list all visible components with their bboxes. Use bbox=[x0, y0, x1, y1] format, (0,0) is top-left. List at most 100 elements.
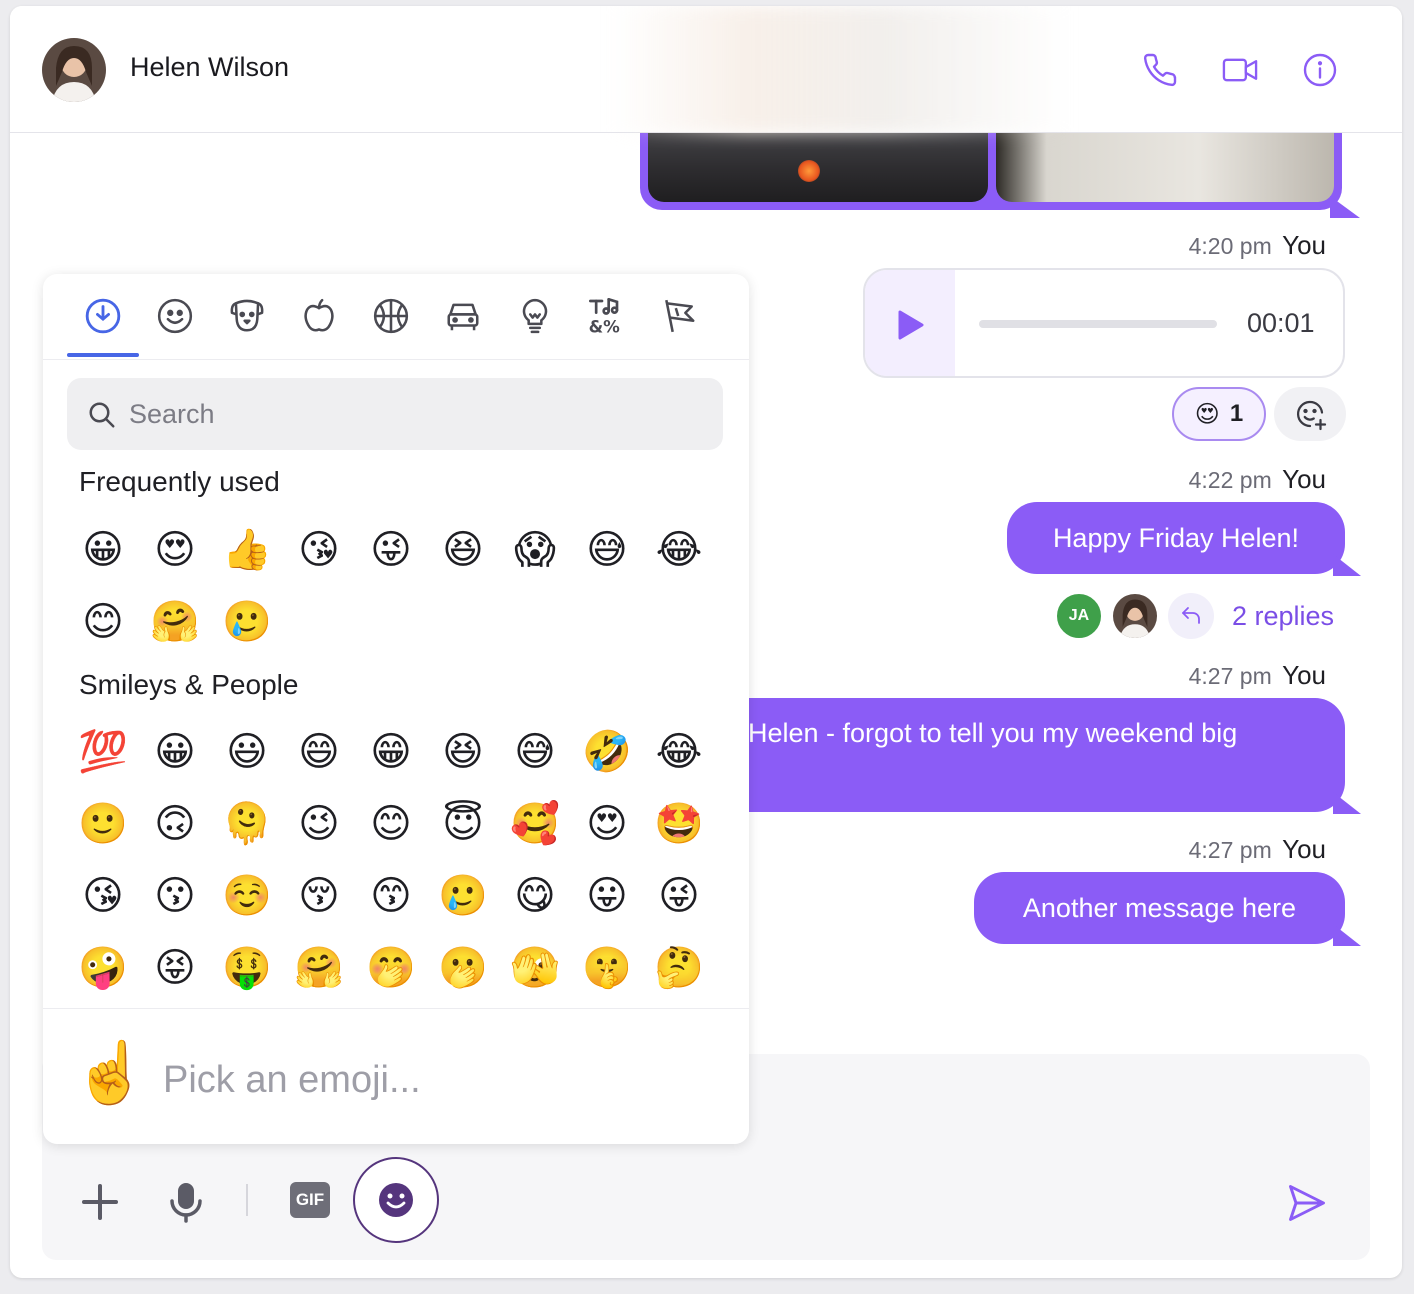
activity-icon[interactable] bbox=[371, 296, 411, 336]
travel-icon[interactable] bbox=[443, 296, 483, 336]
emoji[interactable]: 🫢 bbox=[427, 932, 499, 1004]
animals-icon[interactable] bbox=[227, 296, 267, 336]
emoji[interactable]: 🤔 bbox=[643, 932, 715, 1004]
smileys-icon[interactable] bbox=[155, 296, 195, 336]
emoji[interactable]: 😘 bbox=[283, 514, 355, 586]
recent-icon[interactable] bbox=[83, 296, 123, 336]
flags-icon[interactable] bbox=[659, 296, 699, 336]
emoji[interactable]: 👍 bbox=[211, 514, 283, 586]
emoji[interactable]: 💯 bbox=[67, 716, 139, 788]
emoji-button[interactable] bbox=[353, 1157, 439, 1243]
emoji[interactable]: 🤪 bbox=[67, 932, 139, 1004]
reaction-chip[interactable]: 😍 1 bbox=[1172, 387, 1266, 441]
play-button[interactable] bbox=[865, 270, 955, 376]
emoji[interactable]: 😁 bbox=[355, 716, 427, 788]
emoji[interactable]: 😄 bbox=[283, 716, 355, 788]
emoji[interactable]: 😊 bbox=[67, 586, 139, 658]
reaction-emoji: 😍 bbox=[1194, 400, 1220, 428]
reaction-count: 1 bbox=[1229, 400, 1244, 427]
emoji[interactable]: 🤗 bbox=[139, 586, 211, 658]
emoji-search-input[interactable] bbox=[129, 378, 709, 450]
message-time: 4:20 pm bbox=[1188, 233, 1272, 259]
emoji[interactable]: 🤭 bbox=[355, 932, 427, 1004]
emoji[interactable]: 😃 bbox=[211, 716, 283, 788]
video-icon[interactable] bbox=[1220, 50, 1260, 90]
emoji[interactable]: 😂 bbox=[643, 716, 715, 788]
emoji[interactable]: 😗 bbox=[139, 860, 211, 932]
emoji[interactable]: 🥰 bbox=[499, 788, 571, 860]
emoji[interactable]: 😊 bbox=[355, 788, 427, 860]
emoji[interactable]: 🤫 bbox=[571, 932, 643, 1004]
thread-replies[interactable]: JA 2 replies bbox=[1054, 590, 1334, 642]
emoji[interactable]: 😉 bbox=[283, 788, 355, 860]
add-reaction-button[interactable] bbox=[1274, 387, 1346, 441]
symbols-icon[interactable]: &% bbox=[587, 296, 627, 336]
emoji-search[interactable] bbox=[67, 378, 723, 450]
emoji[interactable]: 😙 bbox=[355, 860, 427, 932]
emoji[interactable]: 😘 bbox=[67, 860, 139, 932]
emoji[interactable]: 🤣 bbox=[571, 716, 643, 788]
emoji[interactable]: 😀 bbox=[67, 514, 139, 586]
emoji[interactable]: 😛 bbox=[571, 860, 643, 932]
emoji[interactable]: 😍 bbox=[571, 788, 643, 860]
emoji[interactable]: 😍 bbox=[139, 514, 211, 586]
emoji[interactable]: 😜 bbox=[643, 860, 715, 932]
emoji[interactable]: 🙃 bbox=[139, 788, 211, 860]
emoji[interactable]: 😅 bbox=[571, 514, 643, 586]
voice-message: 00:01 bbox=[863, 268, 1345, 378]
emoji[interactable]: 😂 bbox=[643, 514, 715, 586]
chat-header: Helen Wilson bbox=[10, 6, 1402, 133]
message-bubble[interactable]: Another message here bbox=[974, 872, 1361, 946]
message-meta: 4:27 pm You bbox=[1189, 834, 1326, 865]
emoji-preview: ☝️ Pick an emoji... bbox=[43, 1008, 749, 1144]
reply-icon[interactable] bbox=[1168, 593, 1214, 639]
audio-progress-track[interactable] bbox=[979, 320, 1217, 328]
emoji[interactable]: 😆 bbox=[427, 514, 499, 586]
emoji[interactable]: 🙂 bbox=[67, 788, 139, 860]
emoji[interactable]: 😝 bbox=[139, 932, 211, 1004]
emoji[interactable]: 😅 bbox=[499, 716, 571, 788]
emoji[interactable]: 😜 bbox=[355, 514, 427, 586]
emoji[interactable]: 😋 bbox=[499, 860, 571, 932]
objects-icon[interactable] bbox=[515, 296, 555, 336]
message-bubble[interactable]: Helen - forgot to tell you my weekend bi… bbox=[710, 698, 1361, 814]
replies-count-link[interactable]: 2 replies bbox=[1232, 601, 1334, 632]
food-icon[interactable] bbox=[299, 296, 339, 336]
emoji[interactable]: 🥲 bbox=[427, 860, 499, 932]
emoji[interactable]: 🫠 bbox=[211, 788, 283, 860]
emoji[interactable]: 😚 bbox=[283, 860, 355, 932]
phone-icon[interactable] bbox=[1140, 50, 1180, 90]
emoji[interactable]: 😱 bbox=[499, 514, 571, 586]
svg-text:&%: &% bbox=[589, 318, 621, 336]
emoji-grid-smileys: 💯 😀 😃 😄 😁 😆 😅 🤣 😂 🙂 🙃 🫠 😉 😊 😇 🥰 😍 🤩 😘 😗 … bbox=[67, 716, 727, 1004]
emoji[interactable]: 🤗 bbox=[283, 932, 355, 1004]
message-time: 4:22 pm bbox=[1188, 467, 1272, 493]
bubble-tail bbox=[1333, 554, 1361, 576]
message-bubble[interactable]: Happy Friday Helen! bbox=[1007, 502, 1361, 576]
reply-avatar-ja: JA bbox=[1054, 591, 1104, 641]
info-icon[interactable] bbox=[1300, 50, 1340, 90]
emoji[interactable]: ☺️ bbox=[211, 860, 283, 932]
emoji[interactable]: 🥲 bbox=[211, 586, 283, 658]
add-reaction-icon bbox=[1296, 400, 1327, 431]
reply-avatar-helen bbox=[1110, 591, 1160, 641]
message-text: Helen - forgot to tell you my weekend bi… bbox=[748, 718, 1238, 748]
contact-avatar[interactable] bbox=[42, 38, 106, 102]
message-sender: You bbox=[1282, 464, 1326, 494]
plus-icon[interactable] bbox=[78, 1180, 122, 1224]
emoji[interactable]: 🫣 bbox=[499, 932, 571, 1004]
send-icon[interactable] bbox=[1282, 1178, 1332, 1228]
emoji[interactable]: 🤩 bbox=[643, 788, 715, 860]
emoji-grid-frequent: 😀 😍 👍 😘 😜 😆 😱 😅 😂 😊 🤗 🥲 bbox=[67, 514, 727, 658]
preview-placeholder: Pick an emoji... bbox=[163, 1059, 421, 1101]
microphone-icon[interactable] bbox=[164, 1178, 208, 1226]
section-title-frequently-used: Frequently used bbox=[79, 466, 280, 497]
emoji[interactable]: 😆 bbox=[427, 716, 499, 788]
emoji[interactable]: 🤑 bbox=[211, 932, 283, 1004]
blurred-backdrop bbox=[610, 6, 1070, 133]
message-meta: 4:20 pm You bbox=[1189, 230, 1326, 261]
emoji[interactable]: 😇 bbox=[427, 788, 499, 860]
bubble-tail bbox=[1330, 196, 1360, 218]
emoji[interactable]: 😀 bbox=[139, 716, 211, 788]
gif-icon[interactable]: GIF bbox=[290, 1182, 330, 1218]
